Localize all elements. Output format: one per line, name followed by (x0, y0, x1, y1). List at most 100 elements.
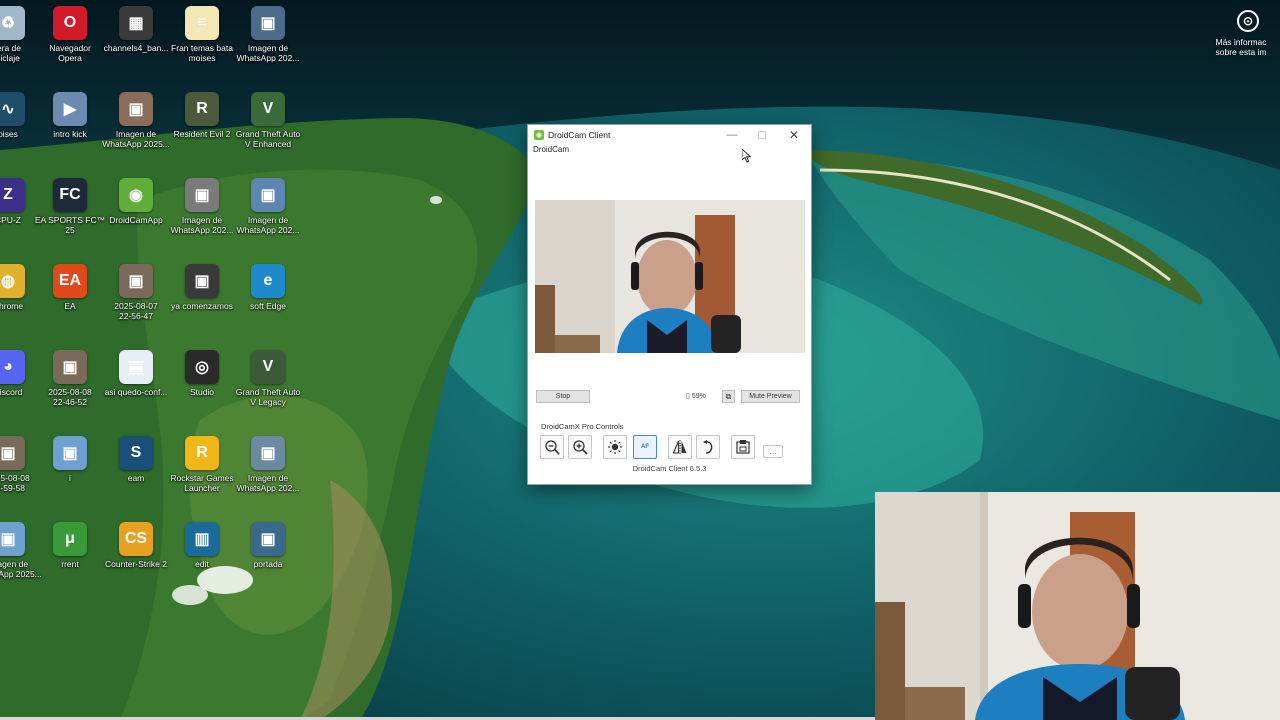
save-image-icon (736, 440, 750, 454)
desktop-shortcut-label: channels4_ban... (103, 43, 169, 53)
zoom-out-button[interactable] (540, 435, 564, 459)
desktop-shortcut[interactable]: ▣ 2025-08-07 22-56-47 (100, 264, 172, 321)
whatsapp-image-icon-2: ▣ (119, 92, 153, 126)
ea-sports-fc-icon: FC (53, 178, 87, 212)
image-file-icon-1: ▣ (53, 436, 87, 470)
rockstar-launcher-icon: R (185, 436, 219, 470)
fran-temas-file-icon: ≡ (185, 6, 219, 40)
gta-v-enhanced-icon: V (251, 92, 285, 126)
desktop-shortcut[interactable]: ▥ edit (166, 522, 238, 569)
webcam-overlay (875, 492, 1280, 720)
battery-icon: ▯ (686, 393, 690, 400)
wallpaper-info-widget[interactable]: ⊙ Más informac sobre esta im (1215, 10, 1278, 57)
intro-kick-icon: ▶ (53, 92, 87, 126)
desktop-shortcut[interactable]: ▣ ya comenzamos (166, 264, 238, 311)
desktop-shortcut-label: EA (64, 301, 76, 311)
desktop-shortcut[interactable]: ▣ 2025-08-08 22-46-52 (34, 350, 106, 407)
desktop-shortcut-label: Counter-Strike 2 (105, 559, 167, 569)
brightness-button[interactable] (603, 435, 627, 459)
save-image-button[interactable] (731, 435, 755, 459)
edge-icon: e (251, 264, 285, 298)
mute-preview-button[interactable]: Mute Preview (741, 390, 800, 403)
whatsapp-image-icon-6: ▣ (0, 522, 25, 556)
mirror-button[interactable] (668, 435, 692, 459)
window-title: DroidCam Client (548, 130, 611, 140)
desktop-shortcut[interactable]: e soft Edge (232, 264, 304, 311)
desktop-shortcut[interactable]: R Resident Evil 2 (166, 92, 238, 139)
desktop-shortcut[interactable]: ◉ DroidCamApp (100, 178, 172, 225)
droidcam-window: ◉ DroidCam Client — ☐ ✕ DroidCam Stop ▯ … (527, 124, 812, 485)
autofocus-icon: AF (641, 444, 649, 450)
screenshot-file-icon-2: ▣ (53, 350, 87, 384)
window-titlebar[interactable]: ◉ DroidCam Client — ☐ ✕ (528, 125, 811, 145)
info-widget-line2: sobre esta im (1215, 47, 1267, 57)
camera-icon: ⊙ (1237, 10, 1259, 32)
whatsapp-image-icon-3: ▣ (185, 178, 219, 212)
close-button[interactable]: ✕ (779, 125, 809, 145)
desktop-shortcut[interactable]: ▶ intro kick (34, 92, 106, 139)
camera-preview (535, 200, 805, 353)
desktop-shortcut[interactable]: Seam (100, 436, 172, 483)
droidcam-app-icon: ◉ (534, 130, 544, 140)
desktop-shortcut-label: edit (195, 559, 209, 569)
desktop-shortcut[interactable]: EA EA (34, 264, 106, 311)
desktop-shortcut[interactable]: O Navegador Opera (34, 6, 106, 63)
desktop-shortcut-label: eam (127, 473, 145, 483)
more-options-button[interactable]: ... (763, 445, 783, 458)
desktop-shortcut-label: Grand Theft Auto V Enhanced (235, 129, 301, 149)
screen-capture-button[interactable]: ⧉ (722, 390, 735, 403)
recycle-bin-icon: ♻ (0, 6, 25, 40)
pro-controls-toolbar: AF ... (540, 435, 802, 461)
desktop-shortcut[interactable]: ▣ Imagen de WhatsApp 202... (232, 436, 304, 493)
channels4-file-icon: ▦ (119, 6, 153, 40)
battery-status: ▯ 59% (686, 392, 706, 400)
chrome-icon: ◍ (0, 264, 25, 298)
portada-icon: ▣ (251, 522, 285, 556)
autofocus-button[interactable]: AF (633, 435, 657, 459)
desktop-shortcut[interactable]: μ rrent (34, 522, 106, 569)
desktop-shortcut-label: Grand Theft Auto V Legacy (235, 387, 301, 407)
desktop-shortcut[interactable]: ▣ Imagen de WhatsApp 202... (232, 6, 304, 63)
screen-icon: ⧉ (725, 391, 732, 401)
desktop-shortcut[interactable]: FC EA SPORTS FC™ 25 (34, 178, 106, 235)
desktop-shortcut-label: Resident Evil 2 (173, 129, 231, 139)
desktop-shortcut[interactable]: ◎ Studio (166, 350, 238, 397)
desktop-shortcut-label: Imagen de WhatsApp 202... (236, 215, 300, 235)
desktop-shortcut-label: oises (0, 129, 18, 139)
obs-studio-icon: ◎ (185, 350, 219, 384)
desktop-shortcut[interactable]: ▤ asi quedo-conf... (100, 350, 172, 397)
desktop-shortcut[interactable]: R Rockstar Games Launcher (166, 436, 238, 493)
desktop-shortcut[interactable]: ▣ Imagen de WhatsApp 202... (232, 178, 304, 235)
desktop-shortcut-label: Studio (189, 387, 215, 397)
gta-v-legacy-icon: V (251, 350, 285, 384)
desktop-shortcut[interactable]: V Grand Theft Auto V Legacy (232, 350, 304, 407)
desktop-shortcut[interactable]: ▣ Imagen de WhatsApp 202... (166, 178, 238, 235)
minimize-button[interactable]: — (717, 125, 747, 145)
desktop-shortcut[interactable]: ▣ portada (232, 522, 304, 569)
zoom-out-icon (545, 440, 560, 455)
desktop-shortcut-label: Fran temas bata moises (171, 43, 233, 63)
stop-button[interactable]: Stop (536, 390, 590, 403)
desktop-shortcut-label: CPU-Z (0, 215, 21, 225)
desktop-shortcut-label: Imagen de WhatsApp 202... (170, 215, 234, 235)
desktop-shortcut[interactable]: ▣ i (34, 436, 106, 483)
desktop-shortcut-label: 2025-08-08 22-46-52 (48, 387, 92, 407)
droidcam-menu[interactable]: DroidCam (533, 145, 811, 154)
desktop-shortcut[interactable]: V Grand Theft Auto V Enhanced (232, 92, 304, 149)
desktop-shortcut-label: i (69, 473, 71, 483)
battery-percent: 59% (691, 393, 706, 400)
desktop-shortcut-label: EA SPORTS FC™ 25 (34, 215, 106, 235)
desktop-shortcut-label: Imagen de WhatsApp 202... (236, 473, 300, 493)
desktop-shortcut-label: Imagen de WhatsApp 202... (236, 43, 300, 63)
desktop-shortcut[interactable]: ≡ Fran temas bata moises (166, 6, 238, 63)
zoom-in-button[interactable] (568, 435, 592, 459)
desktop-shortcut-label: Navegador Opera (49, 43, 91, 63)
rotate-button[interactable] (696, 435, 720, 459)
desktop-shortcut[interactable]: ▣ Imagen de WhatsApp 2025... (100, 92, 172, 149)
info-widget-line1: Más informac (1215, 37, 1267, 47)
desktop-shortcut-label: ya comenzamos (171, 301, 233, 311)
desktop-shortcut[interactable]: ▦ channels4_ban... (100, 6, 172, 53)
desktop-shortcut-label: DroidCamApp (109, 215, 163, 225)
desktop-shortcut[interactable]: CS Counter-Strike 2 (100, 522, 172, 569)
maximize-button[interactable]: ☐ (747, 125, 777, 145)
